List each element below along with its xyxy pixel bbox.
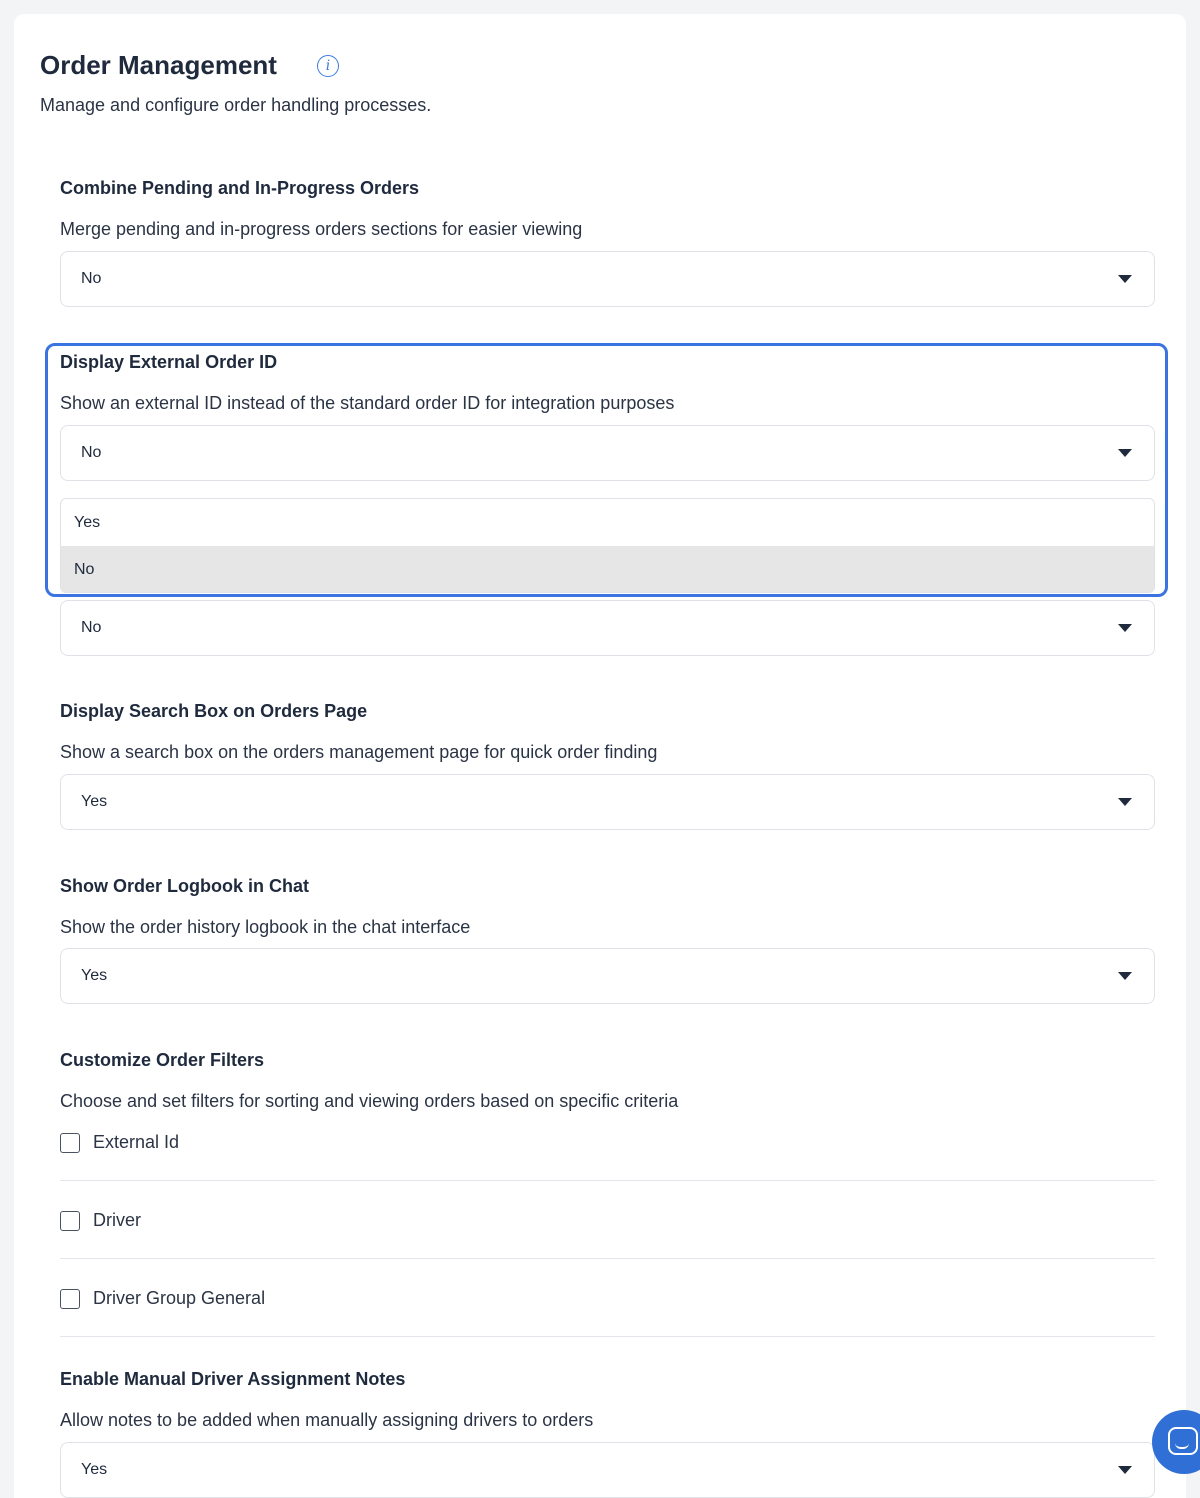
filters-title: Customize Order Filters: [60, 1050, 265, 1070]
caret-down-icon: [1118, 275, 1132, 283]
logbook-value: Yes: [81, 967, 108, 984]
hidden-setting-select[interactable]: No: [60, 600, 1155, 656]
external-id-title: Display External Order ID: [60, 352, 278, 372]
page-subtitle: Manage and configure order handling proc…: [40, 95, 432, 115]
combine-orders-description: Merge pending and in-progress orders sec…: [60, 219, 583, 239]
divider: [60, 1258, 1155, 1259]
external-id-dropdown-menu: Yes No: [60, 498, 1155, 593]
combine-orders-select[interactable]: No: [60, 251, 1155, 307]
filter-option-external-id[interactable]: External Id: [60, 1132, 1155, 1211]
manual-notes-value: Yes: [81, 1461, 108, 1478]
filter-option-label: Driver Group General: [93, 1288, 266, 1308]
checkbox[interactable]: [60, 1133, 80, 1153]
logbook-title: Show Order Logbook in Chat: [60, 876, 309, 896]
manual-notes-title: Enable Manual Driver Assignment Notes: [60, 1369, 406, 1389]
manual-notes-description: Allow notes to be added when manually as…: [60, 1410, 594, 1430]
caret-down-icon: [1118, 1466, 1132, 1474]
caret-down-icon: [1118, 798, 1132, 806]
external-id-select[interactable]: No: [60, 425, 1155, 481]
external-id-description: Show an external ID instead of the stand…: [60, 393, 675, 413]
logbook-select[interactable]: Yes: [60, 948, 1155, 1004]
chat-icon: [1168, 1427, 1198, 1455]
caret-down-icon: [1118, 624, 1132, 632]
search-box-description: Show a search box on the orders manageme…: [60, 742, 658, 762]
filter-option-driver-group-general[interactable]: Driver Group General: [60, 1288, 1155, 1367]
external-id-value: No: [81, 444, 102, 461]
search-box-value: Yes: [81, 793, 108, 810]
filter-option-label: External Id: [93, 1132, 180, 1152]
filters-description: Choose and set filters for sorting and v…: [60, 1091, 679, 1111]
logbook-description: Show the order history logbook in the ch…: [60, 917, 471, 937]
manual-notes-select[interactable]: Yes: [60, 1442, 1155, 1498]
divider: [60, 1180, 1155, 1181]
page-title: Order Management: [40, 50, 277, 80]
checkbox[interactable]: [60, 1289, 80, 1309]
search-box-title: Display Search Box on Orders Page: [60, 701, 368, 721]
combine-orders-title: Combine Pending and In-Progress Orders: [60, 178, 420, 198]
dropdown-option-yes[interactable]: Yes: [61, 499, 1154, 546]
hidden-setting-value: No: [81, 619, 102, 636]
combine-orders-value: No: [81, 270, 102, 287]
dropdown-option-no[interactable]: No: [61, 546, 1154, 592]
caret-down-icon: [1118, 449, 1132, 457]
checkbox[interactable]: [60, 1211, 80, 1231]
filter-option-label: Driver: [93, 1210, 141, 1230]
info-icon[interactable]: i: [317, 55, 339, 77]
search-box-select[interactable]: Yes: [60, 774, 1155, 830]
divider: [60, 1336, 1155, 1337]
caret-down-icon: [1118, 972, 1132, 980]
filter-option-driver[interactable]: Driver: [60, 1210, 1155, 1289]
